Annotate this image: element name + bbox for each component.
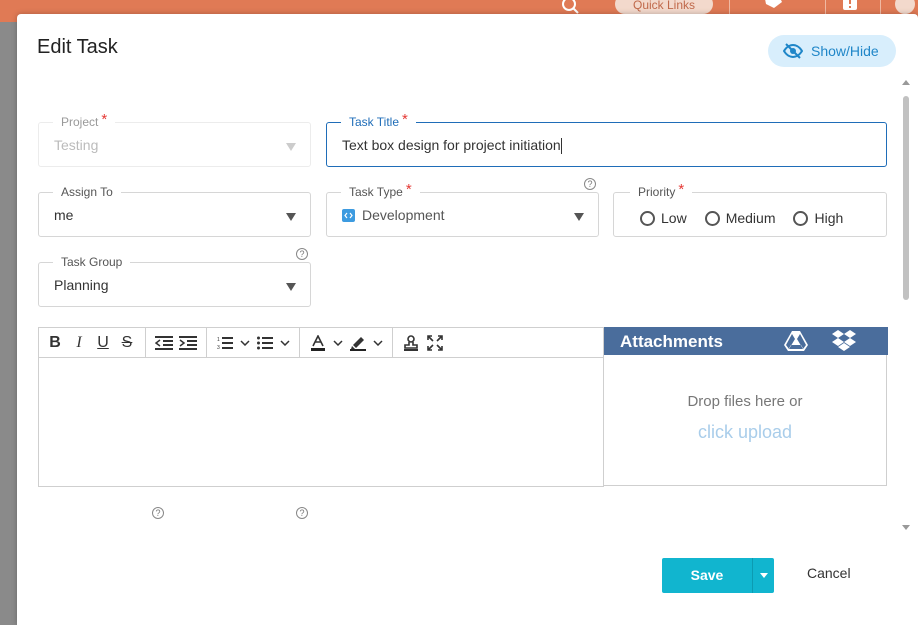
highlight-icon[interactable]: [346, 331, 370, 355]
chevron-down-icon: [286, 213, 296, 221]
task-type-value: Development: [342, 207, 445, 223]
bold-icon[interactable]: B: [43, 331, 67, 355]
priority-high-radio[interactable]: High: [793, 210, 843, 226]
toolbar-group-lists: 13: [207, 328, 300, 357]
chevron-down-icon[interactable]: [277, 331, 293, 355]
assign-to-value: me: [54, 207, 74, 223]
edit-task-dialog: Edit Task Show/Hide Project * Testing Tas…: [17, 14, 918, 625]
svg-text:1: 1: [217, 337, 220, 343]
priority-label: Priority *: [630, 182, 693, 199]
eye-off-icon: [783, 43, 803, 59]
quick-links-button[interactable]: Quick Links: [615, 0, 713, 14]
clear-format-icon[interactable]: [399, 331, 423, 355]
show-hide-button[interactable]: Show/Hide: [768, 35, 896, 67]
project-value: Testing: [54, 137, 99, 153]
task-title-label: Task Title *: [341, 112, 416, 129]
chevron-down-icon: [574, 213, 584, 221]
divider: [825, 0, 826, 14]
priority-group: Priority * Low Medium High: [613, 182, 887, 237]
chevron-down-icon[interactable]: [237, 331, 253, 355]
click-upload-link[interactable]: click upload: [604, 422, 886, 443]
attachments-panel: Attachments Drop files here or click upl…: [603, 327, 888, 486]
priority-low-radio[interactable]: Low: [640, 210, 687, 226]
task-type-select[interactable]: Task Type * Development: [326, 182, 599, 237]
toolbar-group-color: [300, 328, 393, 357]
hand-icon[interactable]: [760, 0, 786, 10]
chevron-down-icon: [286, 143, 296, 151]
divider: [729, 0, 730, 14]
task-type-label: Task Type *: [341, 182, 420, 199]
editor-toolbar: B I U S 13: [39, 328, 603, 358]
scroll-up-arrow[interactable]: [902, 80, 910, 85]
indent-icon[interactable]: [176, 331, 200, 355]
outdent-icon[interactable]: [152, 331, 176, 355]
code-icon: [342, 208, 355, 222]
unordered-list-icon[interactable]: [253, 331, 277, 355]
task-group-help-icon[interactable]: ?: [296, 248, 308, 260]
scroll-thumb[interactable]: [903, 96, 909, 300]
alert-icon[interactable]: [840, 0, 860, 12]
dropbox-icon[interactable]: [832, 330, 856, 352]
task-group-label: Task Group: [53, 255, 131, 269]
scrollbar[interactable]: [901, 80, 911, 530]
toolbar-group-format: B I U S: [39, 328, 146, 357]
save-options-toggle[interactable]: [752, 558, 774, 593]
drop-files-text: Drop files here or: [687, 393, 803, 410]
radio-circle: [793, 210, 809, 226]
task-group-select[interactable]: Task Group Planning: [38, 255, 311, 307]
chevron-down-icon: [759, 573, 768, 578]
project-select[interactable]: Project * Testing: [38, 112, 311, 167]
help-icon[interactable]: [895, 0, 915, 14]
strikethrough-icon[interactable]: S: [115, 331, 139, 355]
toolbar-group-misc: [393, 328, 453, 357]
radio-circle: [704, 210, 720, 226]
ordered-list-icon[interactable]: 13: [213, 331, 237, 355]
assign-to-select[interactable]: Assign To me: [38, 185, 311, 237]
cancel-button[interactable]: Cancel: [807, 565, 851, 581]
task-title-field[interactable]: Task Title * Text box design for project …: [326, 112, 887, 167]
project-label: Project *: [53, 112, 116, 129]
radio-circle: [640, 210, 655, 226]
description-editor: B I U S 13: [38, 327, 604, 487]
task-group-value: Planning: [54, 277, 109, 293]
scroll-down-arrow[interactable]: [902, 525, 910, 530]
editor-content[interactable]: [39, 358, 603, 486]
save-button-group: Save: [662, 558, 774, 593]
svg-text:3: 3: [217, 345, 220, 350]
attachments-title: Attachments: [620, 332, 723, 351]
chevron-down-icon[interactable]: [370, 331, 386, 355]
underline-icon[interactable]: U: [91, 331, 115, 355]
assign-to-label: Assign To: [53, 185, 121, 199]
show-hide-label: Show/Hide: [811, 43, 879, 59]
google-drive-icon[interactable]: [784, 331, 808, 351]
priority-medium-radio[interactable]: Medium: [704, 210, 775, 226]
dialog-title: Edit Task: [37, 36, 118, 58]
save-button[interactable]: Save: [662, 558, 752, 593]
divider: [880, 0, 881, 14]
fullscreen-icon[interactable]: [423, 331, 447, 355]
attachments-header: Attachments: [604, 327, 888, 355]
italic-icon[interactable]: I: [67, 331, 91, 355]
priority-options: Low Medium High: [640, 210, 861, 226]
field-help-icon[interactable]: ?: [152, 507, 164, 519]
chevron-down-icon[interactable]: [330, 331, 346, 355]
chevron-down-icon: [286, 283, 296, 291]
font-color-icon[interactable]: [306, 331, 330, 355]
toolbar-group-indent: [146, 328, 207, 357]
task-type-help-icon[interactable]: ?: [584, 178, 596, 190]
field-help-icon[interactable]: ?: [296, 507, 308, 519]
task-title-input[interactable]: Text box design for project initiation: [342, 137, 562, 155]
